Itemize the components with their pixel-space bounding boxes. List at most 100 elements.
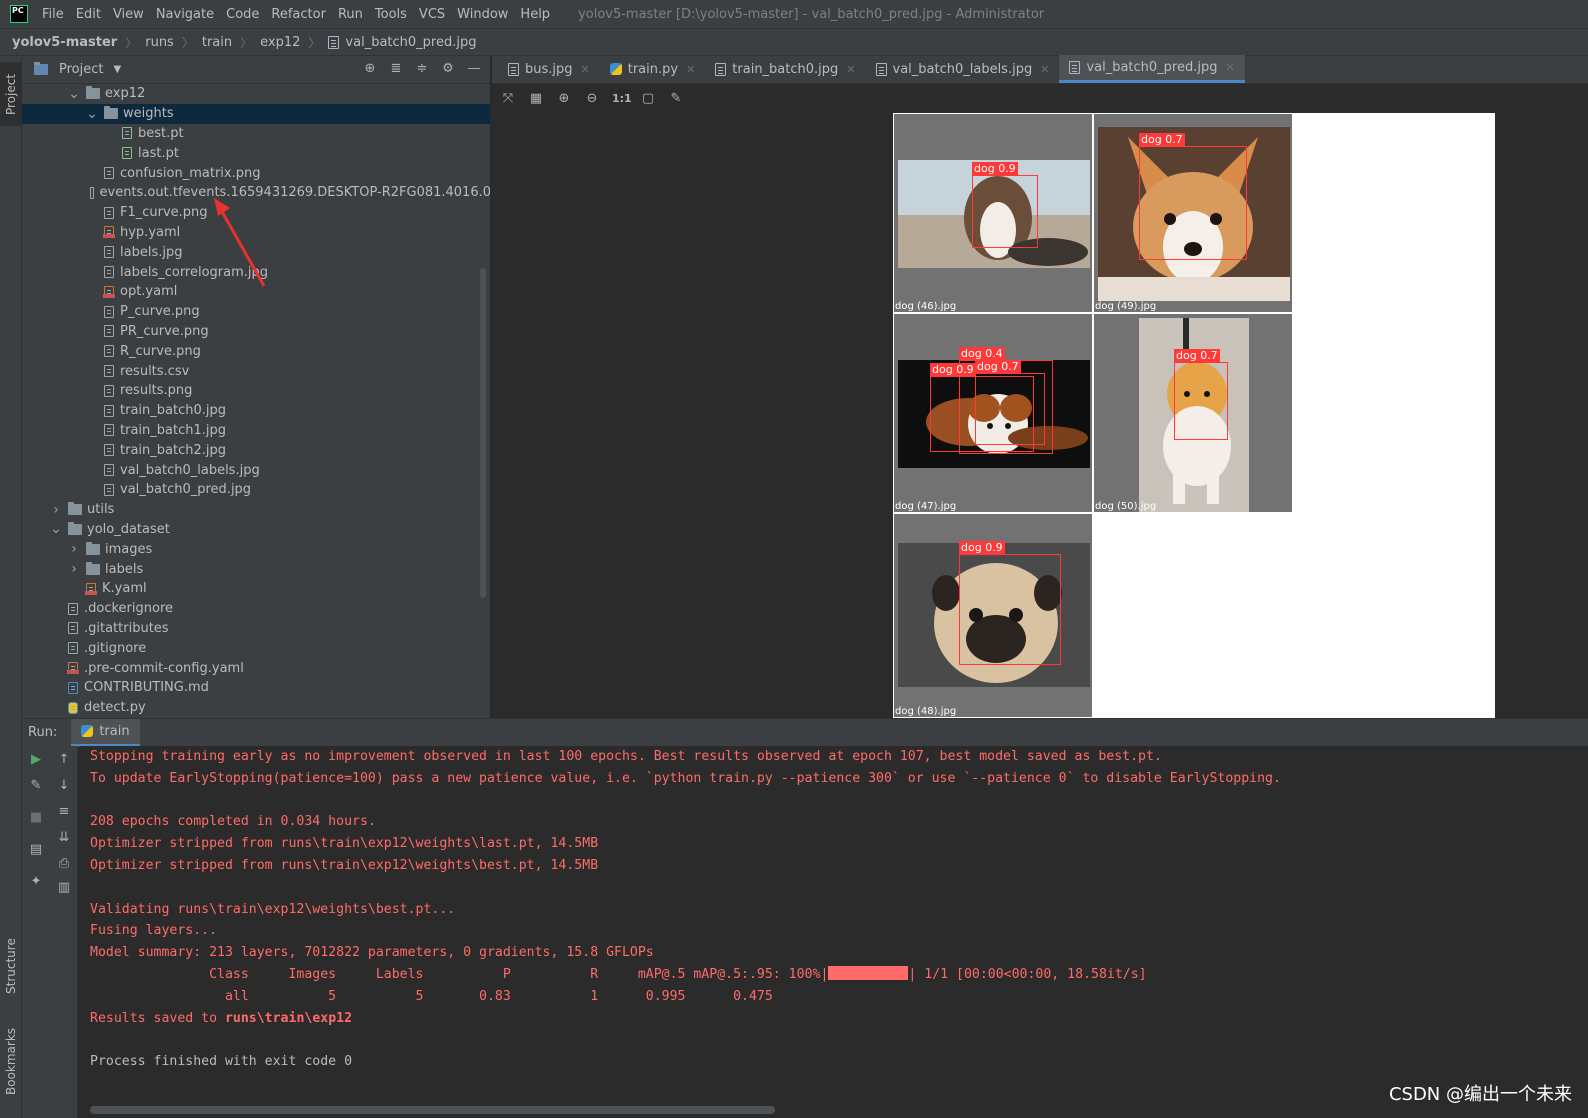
tree-item[interactable]: last.pt — [22, 143, 490, 163]
menu-vcs[interactable]: VCS — [413, 7, 451, 22]
python-file-icon — [68, 701, 78, 714]
tree-item[interactable]: .gitignore — [22, 638, 490, 658]
tab-val-batch0-labels-jpg[interactable]: val_batch0_labels.jpg ✕ — [866, 55, 1060, 83]
pin-icon[interactable]: ✦ — [28, 874, 44, 890]
tab-val-batch0-pred-jpg[interactable]: val_batch0_pred.jpg ✕ — [1059, 55, 1245, 83]
results-path-link[interactable]: runs\train\exp12 — [225, 1011, 352, 1026]
tree-item[interactable]: P_curve.png — [22, 302, 490, 322]
breadcrumb-project[interactable]: yolov5-master — [12, 35, 117, 50]
locate-icon[interactable]: ⊕ — [362, 61, 378, 77]
rerun-icon[interactable]: ▶ — [28, 752, 44, 768]
tree-item[interactable]: results.png — [22, 381, 490, 401]
tool-tab-project[interactable]: Project — [0, 62, 22, 126]
menu-edit[interactable]: Edit — [70, 7, 107, 22]
zoom-out-icon[interactable]: ⊖ — [584, 91, 600, 106]
menu-view[interactable]: View — [107, 7, 150, 22]
menu-tools[interactable]: Tools — [369, 7, 413, 22]
tree-item[interactable]: results.csv — [22, 361, 490, 381]
grid-icon[interactable]: ▦ — [528, 91, 544, 106]
down-arrow-icon[interactable]: ↓ — [56, 778, 72, 794]
stop-icon[interactable]: ■ — [28, 810, 44, 826]
tab-bus-jpg[interactable]: bus.jpg ✕ — [498, 55, 600, 83]
tree-item[interactable]: train_batch0.jpg — [22, 401, 490, 421]
collapse-all-icon[interactable]: ≑ — [414, 61, 430, 77]
expand-all-icon[interactable]: ≣ — [388, 61, 404, 77]
color-picker-icon[interactable]: ✎ — [668, 91, 684, 106]
up-arrow-icon[interactable]: ↑ — [56, 752, 72, 768]
tree-item[interactable]: detect.py — [22, 698, 490, 718]
scroll-to-end-icon[interactable]: ⇊ — [56, 830, 72, 846]
fit-icon[interactable]: ⤧ — [500, 91, 516, 106]
file-icon — [68, 642, 78, 655]
detection-label: dog 0.7 — [975, 360, 1021, 374]
tree-item[interactable]: train_batch1.jpg — [22, 421, 490, 441]
tree-item[interactable]: › images — [22, 539, 490, 559]
breadcrumb-train[interactable]: train — [202, 35, 232, 50]
chevron-down-icon[interactable]: ⌄ — [86, 106, 98, 122]
gear-icon[interactable]: ⚙ — [440, 61, 456, 77]
console-horizontal-scrollbar[interactable] — [90, 1106, 775, 1114]
print-icon[interactable]: ⎙ — [56, 856, 72, 872]
tree-item[interactable]: .dockerignore — [22, 599, 490, 619]
chevron-down-icon[interactable]: ⌄ — [50, 521, 62, 537]
menu-code[interactable]: Code — [220, 7, 265, 22]
soft-wrap-icon[interactable]: ≡ — [56, 804, 72, 820]
tree-item[interactable]: confusion_matrix.png — [22, 163, 490, 183]
actual-size-button[interactable]: 1:1 — [612, 92, 632, 105]
tree-item[interactable]: › labels — [22, 559, 490, 579]
wrench-icon[interactable]: ✎ — [28, 778, 44, 794]
tree-item[interactable]: ⌄ weights — [22, 103, 490, 124]
chevron-right-icon[interactable]: › — [68, 541, 80, 557]
tree-item[interactable]: › utils — [22, 500, 490, 520]
tree-item[interactable]: val_batch0_pred.jpg — [22, 480, 490, 500]
zoom-in-icon[interactable]: ⊕ — [556, 91, 572, 106]
tree-item[interactable]: ⌄ yolo_dataset — [22, 520, 490, 540]
project-view-title[interactable]: Project — [59, 62, 103, 77]
close-icon[interactable]: ✕ — [581, 63, 590, 76]
tree-item[interactable]: val_batch0_labels.jpg — [22, 460, 490, 480]
chevron-right-icon[interactable]: › — [50, 502, 62, 518]
layout-icon[interactable]: ▤ — [28, 842, 44, 858]
tool-tab-structure[interactable]: Structure — [0, 926, 22, 1006]
tree-item[interactable]: train_batch2.jpg — [22, 440, 490, 460]
project-tree: ⌄ exp12 ⌄ weights best.pt last.pt confusion_ma… — [22, 84, 490, 718]
close-icon[interactable]: ✕ — [686, 63, 695, 76]
tree-item[interactable]: R_curve.png — [22, 341, 490, 361]
menu-run[interactable]: Run — [332, 7, 369, 22]
tree-item[interactable]: .gitattributes — [22, 619, 490, 639]
tab-train-batch0-jpg[interactable]: train_batch0.jpg ✕ — [705, 55, 865, 83]
background-icon[interactable]: ▢ — [640, 91, 656, 106]
chevron-down-icon[interactable]: ⌄ — [68, 86, 80, 102]
chevron-right-icon[interactable]: › — [68, 561, 80, 577]
close-icon[interactable]: ✕ — [846, 63, 855, 76]
tree-scrollbar[interactable] — [480, 268, 486, 598]
run-panel-title: Run: — [28, 725, 58, 740]
detection-label: dog 0.4 — [959, 347, 1005, 361]
breadcrumb-exp12[interactable]: exp12 — [260, 35, 300, 50]
run-tab-train[interactable]: train — [71, 718, 140, 747]
tree-item[interactable]: K.yaml — [22, 579, 490, 599]
menu-file[interactable]: File — [36, 7, 70, 22]
menu-help[interactable]: Help — [514, 7, 556, 22]
tree-item[interactable]: CONTRIBUTING.md — [22, 678, 490, 698]
menu-navigate[interactable]: Navigate — [150, 7, 220, 22]
close-icon[interactable]: ✕ — [1226, 61, 1235, 74]
console-output[interactable]: Stopping training early as no improvemen… — [79, 746, 1588, 1118]
trash-icon[interactable]: ▥ — [56, 880, 72, 896]
file-icon — [104, 444, 114, 457]
tree-item[interactable]: .pre-commit-config.yaml — [22, 658, 490, 678]
image-viewer[interactable]: dog 0.9 dog (46).jpg dog 0.7 dog (49).jp… — [893, 113, 1495, 718]
menu-refactor[interactable]: Refactor — [265, 7, 332, 22]
minimize-icon[interactable]: — — [466, 61, 482, 77]
breadcrumb-runs[interactable]: runs — [145, 35, 174, 50]
close-icon[interactable]: ✕ — [1040, 63, 1049, 76]
tab-label: train_batch0.jpg — [732, 61, 839, 77]
tree-item[interactable]: ⌄ exp12 — [22, 84, 490, 104]
breadcrumb-file[interactable]: val_batch0_pred.jpg — [345, 35, 476, 50]
chevron-down-icon[interactable]: ▼ — [113, 64, 121, 75]
tree-item[interactable]: best.pt — [22, 124, 490, 144]
tree-item[interactable]: PR_curve.png — [22, 322, 490, 342]
menu-window[interactable]: Window — [451, 7, 514, 22]
tab-train-py[interactable]: train.py ✕ — [600, 55, 706, 83]
tool-tab-bookmarks[interactable]: Bookmarks — [0, 1016, 22, 1106]
